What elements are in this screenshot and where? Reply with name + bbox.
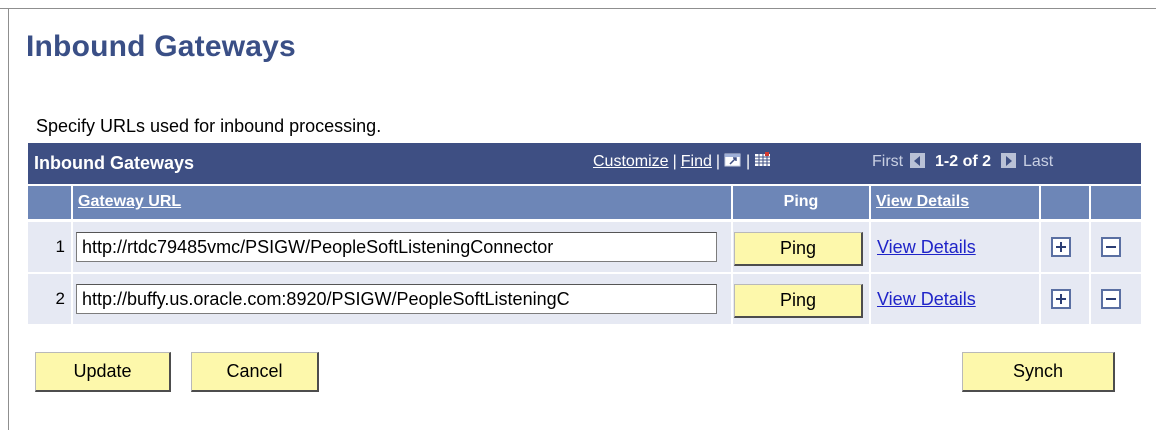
gateway-url-input[interactable] [76, 232, 717, 262]
table-row: 1 Ping View Details [28, 222, 1141, 274]
toolbar-separator: | [746, 153, 751, 170]
pager-count: 1-2 of 2 [935, 153, 992, 170]
customize-link[interactable]: Customize [593, 153, 669, 170]
new-window-icon[interactable] [724, 152, 742, 173]
view-details-link[interactable]: View Details [877, 237, 976, 258]
cancel-button[interactable]: Cancel [191, 352, 319, 392]
toolbar-separator: | [672, 153, 677, 170]
add-column-header [1041, 184, 1091, 219]
row-number-column-header [28, 184, 73, 219]
synch-button[interactable]: Synch [962, 352, 1115, 392]
ping-cell: Ping [733, 274, 871, 326]
ping-button[interactable]: Ping [734, 284, 863, 318]
page-title: Inbound Gateways [26, 30, 296, 63]
page-instructions: Specify URLs used for inbound processing… [36, 116, 382, 136]
delete-row-cell [1091, 222, 1141, 274]
delete-row-cell [1091, 274, 1141, 326]
inbound-gateways-grid: Inbound Gateways Customize | Find | | First … [28, 143, 1141, 330]
ping-cell: Ping [733, 222, 871, 274]
grid-header: Inbound Gateways Customize | Find | | First … [28, 143, 1141, 184]
gateway-url-input[interactable] [76, 284, 717, 314]
gateway-url-column-header: Gateway URL [73, 184, 733, 219]
row-number: 1 [55, 237, 65, 256]
page-frame-top [0, 8, 1156, 9]
page-frame-left [8, 8, 9, 430]
table-row: 2 Ping View Details [28, 274, 1141, 326]
add-row-icon[interactable] [1051, 289, 1071, 309]
delete-column-header [1091, 184, 1141, 219]
delete-row-icon[interactable] [1101, 289, 1121, 309]
download-to-spreadsheet-icon[interactable] [754, 152, 772, 173]
find-link[interactable]: Find [681, 153, 712, 170]
view-details-column-header: View Details [871, 184, 1041, 219]
next-arrow-icon [1001, 153, 1017, 168]
column-header-row: Gateway URL Ping View Details [28, 184, 1141, 219]
gateway-url-cell [73, 274, 733, 326]
add-row-icon[interactable] [1051, 237, 1071, 257]
row-number-cell: 1 [28, 222, 73, 274]
ping-column-header: Ping [733, 184, 871, 219]
gateway-url-sort-link[interactable]: Gateway URL [78, 193, 181, 210]
grid-toolbar: Customize | Find | | [593, 152, 772, 173]
update-button[interactable]: Update [35, 352, 171, 392]
view-details-link[interactable]: View Details [877, 289, 976, 310]
view-details-cell: View Details [871, 274, 1041, 326]
row-number: 2 [55, 289, 65, 308]
gateway-url-cell [73, 222, 733, 274]
view-details-cell: View Details [871, 222, 1041, 274]
add-row-cell [1041, 222, 1091, 274]
pager-first: First [872, 153, 904, 170]
pager-last: Last [1022, 153, 1054, 170]
view-details-sort-link[interactable]: View Details [876, 193, 969, 210]
delete-row-icon[interactable] [1101, 237, 1121, 257]
ping-column-label: Ping [783, 193, 819, 210]
row-number-cell: 2 [28, 274, 73, 326]
grid-title: Inbound Gateways [34, 153, 195, 173]
ping-button[interactable]: Ping [734, 232, 863, 266]
grid-pager: First 1-2 of 2 Last [872, 153, 1053, 171]
add-row-cell [1041, 274, 1091, 326]
previous-arrow-icon [909, 153, 925, 168]
toolbar-separator: | [715, 153, 721, 170]
